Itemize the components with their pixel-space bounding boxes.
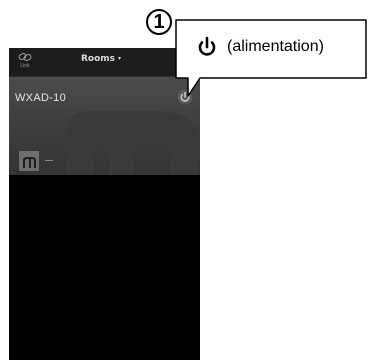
power-icon[interactable] bbox=[177, 89, 193, 105]
callout-number: 1 bbox=[153, 11, 165, 33]
top-nav-bar: Link Rooms ▾ bbox=[9, 48, 200, 77]
callout-number-circle bbox=[146, 9, 172, 35]
link-label: Link bbox=[20, 63, 30, 69]
device-card[interactable]: WXAD-10 bbox=[9, 77, 200, 175]
link-icon bbox=[18, 52, 32, 62]
rooms-label: Rooms bbox=[81, 54, 116, 64]
callout-box bbox=[176, 20, 366, 78]
rooms-dropdown[interactable]: Rooms ▾ bbox=[81, 54, 121, 64]
album-art bbox=[19, 151, 39, 171]
callout-bubble bbox=[175, 19, 367, 97]
callout-text: (alimentation) bbox=[227, 38, 324, 55]
track-placeholder-dash bbox=[45, 160, 53, 161]
link-button[interactable]: Link bbox=[13, 52, 37, 74]
chevron-down-icon: ▾ bbox=[118, 55, 122, 62]
app-screen: Link Rooms ▾ WXAD-10 bbox=[9, 48, 200, 360]
device-name: WXAD-10 bbox=[15, 92, 66, 104]
now-playing-row[interactable] bbox=[19, 151, 79, 171]
